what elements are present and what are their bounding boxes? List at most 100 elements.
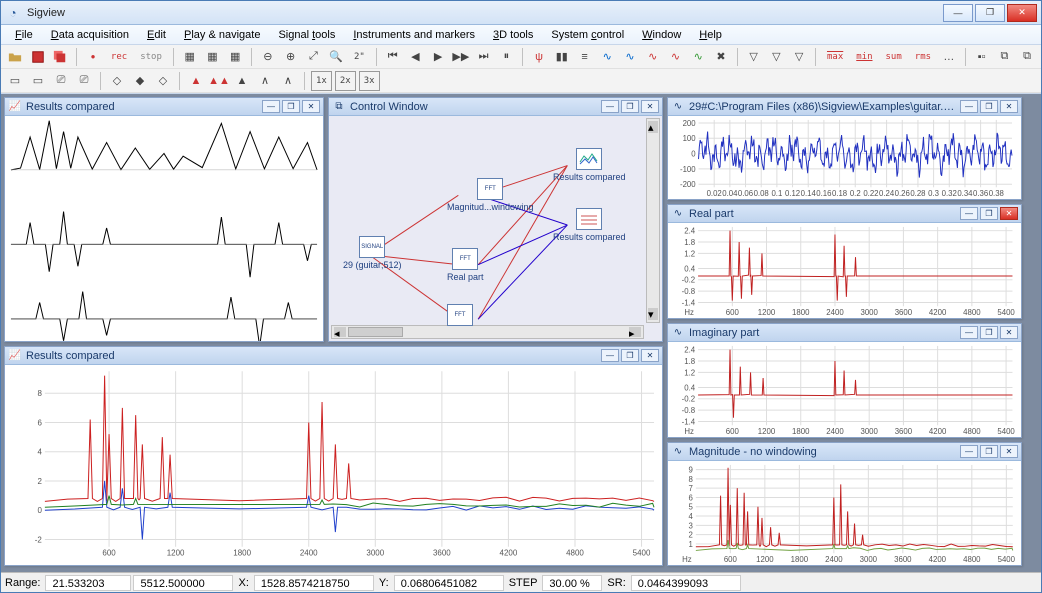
tool2-d-icon[interactable]: ⎚ — [74, 71, 94, 91]
tool2-a-icon[interactable]: ▭ — [5, 71, 25, 91]
tool-zoomin-icon[interactable]: ⊕ — [281, 47, 301, 67]
menu-3d[interactable]: 3D tools — [485, 27, 541, 43]
tool-stat-more-icon[interactable]: … — [939, 47, 959, 67]
node-fft-3[interactable]: FFT — [447, 304, 473, 328]
tool2-b-icon[interactable]: ▭ — [28, 71, 48, 91]
chart-area[interactable]: -202468600120018002400300036004200480054… — [5, 365, 662, 565]
tool2-e-icon[interactable]: ◇ — [107, 71, 127, 91]
tool-stop-label[interactable]: stop — [135, 47, 167, 67]
menu-data[interactable]: Data acquisition — [43, 27, 137, 43]
tool-stat-sum[interactable]: sum — [881, 47, 907, 67]
tool-settings-icon[interactable]: ✖ — [711, 47, 731, 67]
tool-mark3-icon[interactable]: ▽ — [789, 47, 809, 67]
tool2-f-icon[interactable]: ◆ — [130, 71, 150, 91]
tool-mark1-icon[interactable]: ▽ — [744, 47, 764, 67]
tool-pause-icon[interactable]: ⏸ — [496, 47, 516, 67]
node-results-1[interactable]: Results compared — [553, 148, 626, 182]
panel-mag[interactable]: ∿ Magnitude - no windowing — ❐ ✕ 1234567… — [667, 442, 1022, 566]
tool-next-icon[interactable]: ▶▶ — [451, 47, 471, 67]
tool2-peak5-icon[interactable]: ∧ — [278, 71, 298, 91]
tool-layout1-icon[interactable]: ▪▫ — [972, 47, 992, 67]
panel-results-bottom[interactable]: 📈 Results compared — ❐ ✕ -20246860012001… — [4, 346, 663, 566]
tool-lines-icon[interactable]: ≡ — [575, 47, 595, 67]
menu-system[interactable]: System control — [543, 27, 632, 43]
tool2-peak3-icon[interactable]: ▲ — [232, 71, 252, 91]
tool-zoomout-icon[interactable]: ⊖ — [258, 47, 278, 67]
tool-wave1-icon[interactable]: ∿ — [597, 47, 617, 67]
chart-area[interactable] — [5, 116, 323, 341]
panel-close-button[interactable]: ✕ — [1000, 207, 1018, 220]
tool-layout2-icon[interactable]: ⧉ — [995, 47, 1015, 67]
panel-real[interactable]: ∿ Real part — ❐ ✕ -1.4-0.8-0.20.41.21.82… — [667, 204, 1022, 319]
tool2-peak1-icon[interactable]: ▲ — [186, 71, 206, 91]
panel-control-window[interactable]: ⧉ Control Window — ❐ ✕ — [328, 97, 663, 342]
tool-stat-min[interactable]: min — [851, 47, 877, 67]
tool-rec-label[interactable]: rec — [106, 47, 132, 67]
panel-min-button[interactable]: — — [960, 326, 978, 339]
tool-mark2-icon[interactable]: ▽ — [767, 47, 787, 67]
node-fft-2[interactable]: FFT Real part — [447, 248, 484, 282]
tool-stat-max[interactable]: max — [822, 47, 848, 67]
tool-layout3-icon[interactable]: ⧉ — [1017, 47, 1037, 67]
tool-open-icon[interactable] — [5, 47, 25, 67]
menu-window[interactable]: Window — [634, 27, 689, 43]
panel-max-button[interactable]: ❐ — [980, 207, 998, 220]
panel-min-button[interactable]: — — [960, 445, 978, 458]
tool-spectrum-icon[interactable]: ψ — [529, 47, 549, 67]
tool-zoomxy-icon[interactable]: ⤢ — [304, 47, 324, 67]
tool2-peak4-icon[interactable]: ∧ — [255, 71, 275, 91]
panel-min-button[interactable]: — — [960, 100, 978, 113]
tool2-c-icon[interactable]: ⎚ — [51, 71, 71, 91]
panel-results-top[interactable]: 📈 Results compared — ❐ ✕ — [4, 97, 324, 342]
tool-grid2-icon[interactable]: ▦ — [203, 47, 223, 67]
tool2-g-icon[interactable]: ◇ — [153, 71, 173, 91]
panel-max-button[interactable]: ❐ — [980, 326, 998, 339]
tool-grid-icon[interactable]: ▦ — [180, 47, 200, 67]
node-fft-1[interactable]: FFT Magnitud...windowing — [447, 178, 534, 212]
tool2-rate1[interactable]: 1x — [311, 71, 332, 91]
panel-max-button[interactable]: ❐ — [980, 100, 998, 113]
panel-close-button[interactable]: ✕ — [302, 100, 320, 113]
tool-zoom-value[interactable]: 2" — [349, 47, 370, 67]
tool-last-icon[interactable]: ⏭ — [474, 47, 494, 67]
tool-grid3-icon[interactable]: ▦ — [225, 47, 245, 67]
tool-rec-icon[interactable]: ● — [83, 47, 103, 67]
menu-file[interactable]: File — [7, 27, 41, 43]
tool-bars-icon[interactable]: ▮▮ — [552, 47, 572, 67]
panel-max-button[interactable]: ❐ — [621, 349, 639, 362]
titlebar[interactable]: ◔ Sigview — ❐ ✕ — [1, 1, 1041, 25]
tool-wave2-icon[interactable]: ∿ — [620, 47, 640, 67]
tool-wave5-icon[interactable]: ∿ — [688, 47, 708, 67]
panel-min-button[interactable]: — — [601, 100, 619, 113]
panel-close-button[interactable]: ✕ — [1000, 100, 1018, 113]
tool-wave4-icon[interactable]: ∿ — [666, 47, 686, 67]
tool2-rate2[interactable]: 2x — [335, 71, 356, 91]
flow-canvas[interactable]: ▴ ▾ ◂ ▸ SIGNAL 29 (guitar;512) FFT Magni… — [329, 116, 662, 341]
tool-prev-icon[interactable]: ◀ — [406, 47, 426, 67]
scrollbar-horizontal[interactable]: ◂ ▸ — [331, 325, 644, 339]
node-signal[interactable]: SIGNAL 29 (guitar;512) — [343, 236, 402, 270]
tool-first-icon[interactable]: ⏮ — [383, 47, 403, 67]
panel-min-button[interactable]: — — [262, 100, 280, 113]
tool2-rate3[interactable]: 3x — [359, 71, 380, 91]
panel-max-button[interactable]: ❐ — [282, 100, 300, 113]
panel-imag[interactable]: ∿ Imaginary part — ❐ ✕ -1.4-0.8-0.20.41.… — [667, 323, 1022, 438]
minimize-button[interactable]: — — [943, 4, 973, 22]
panel-close-button[interactable]: ✕ — [641, 100, 659, 113]
menu-play[interactable]: Play & navigate — [176, 27, 268, 43]
menu-signal[interactable]: Signal tools — [270, 27, 343, 43]
panel-close-button[interactable]: ✕ — [1000, 445, 1018, 458]
menu-instruments[interactable]: Instruments and markers — [345, 27, 483, 43]
menu-help[interactable]: Help — [691, 27, 730, 43]
panel-wave[interactable]: ∿ 29#C:\Program Files (x86)\Sigview\Exam… — [667, 97, 1022, 200]
panel-titlebar[interactable]: ⧉ Control Window — ❐ ✕ — [329, 98, 662, 116]
panel-titlebar[interactable]: 📈 Results compared — ❐ ✕ — [5, 98, 323, 116]
tool-save-icon[interactable] — [28, 47, 48, 67]
tool-wave3-icon[interactable]: ∿ — [643, 47, 663, 67]
scrollbar-vertical[interactable]: ▴ ▾ — [646, 118, 660, 323]
tool2-peak2-icon[interactable]: ▲▲ — [209, 71, 229, 91]
panel-max-button[interactable]: ❐ — [980, 445, 998, 458]
tool-stat-rms[interactable]: rms — [910, 47, 936, 67]
tool-zoomfit-icon[interactable]: 🔍 — [326, 47, 346, 67]
menu-edit[interactable]: Edit — [139, 27, 174, 43]
